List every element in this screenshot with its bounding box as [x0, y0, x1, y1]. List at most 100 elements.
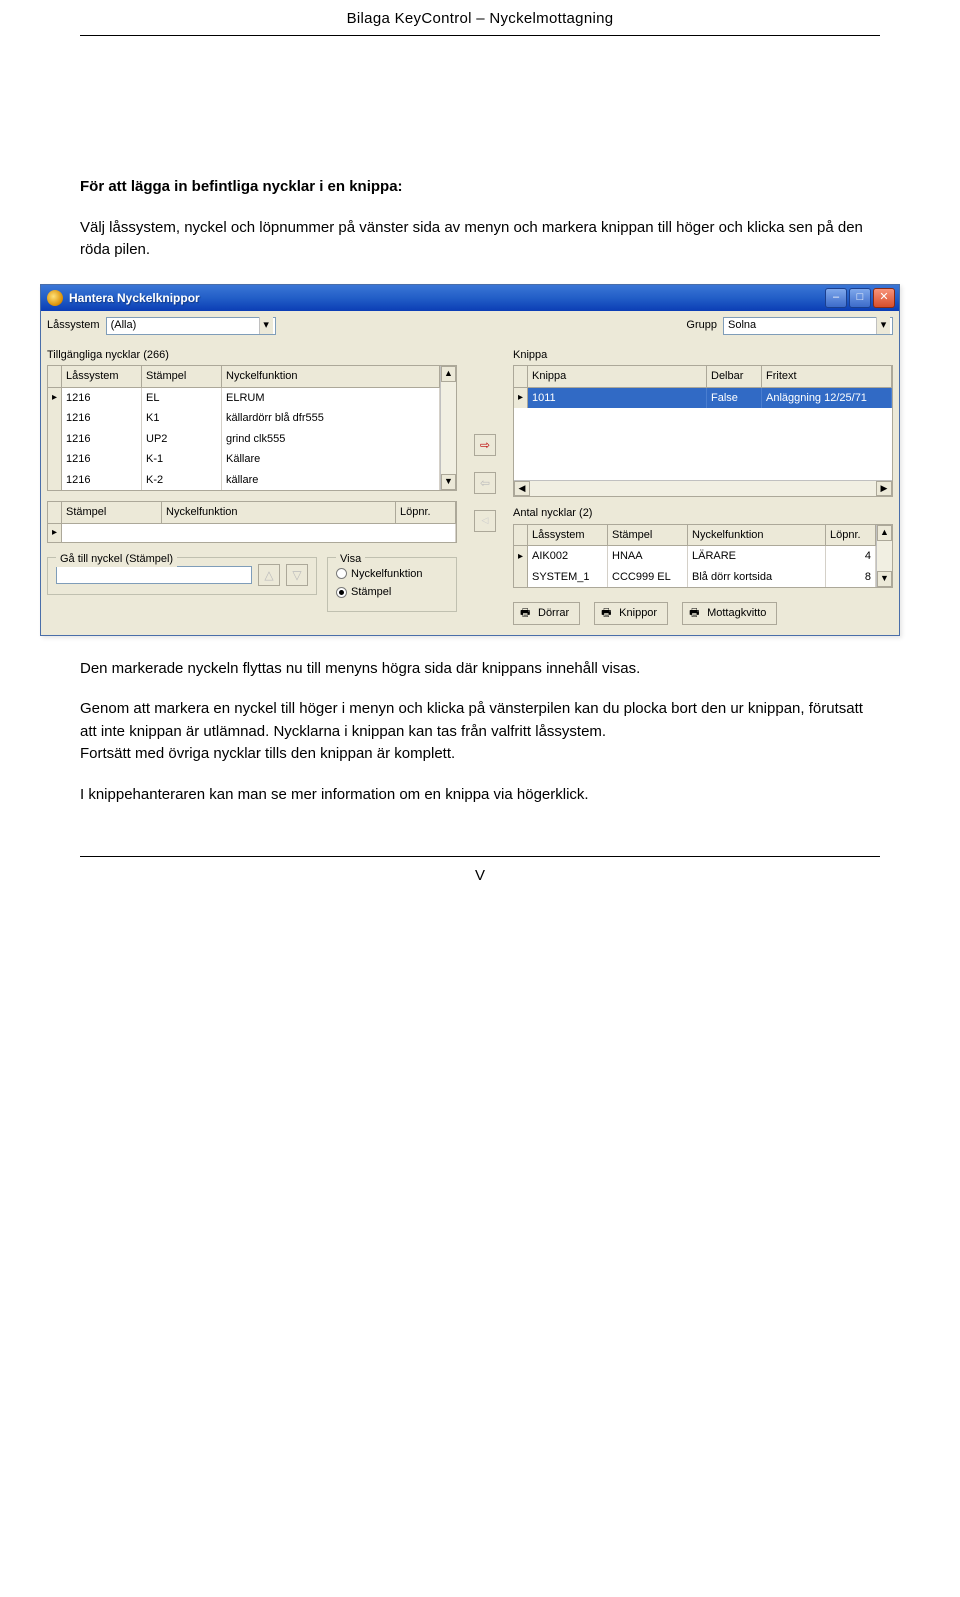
- table-cell: False: [707, 388, 762, 409]
- scroll-right-icon[interactable]: ▶: [876, 481, 892, 496]
- header-rule: [80, 35, 880, 36]
- printer-icon: 🖶: [601, 605, 613, 622]
- grid-available-keys[interactable]: Låssystem Stämpel Nyckelfunktion ▸1216EL…: [47, 365, 457, 491]
- minimize-button[interactable]: –: [825, 288, 847, 308]
- button-mottagkvitto[interactable]: 🖶 Mottagkvitto: [682, 602, 777, 625]
- radio-label: Nyckelfunktion: [351, 566, 423, 583]
- nav-up-button[interactable]: △: [258, 564, 280, 586]
- chevron-down-icon: ▾: [259, 317, 273, 334]
- label-knippa: Knippa: [513, 347, 893, 364]
- scrollbar[interactable]: ▲ ▼: [440, 366, 456, 490]
- table-cell: 1011: [528, 388, 707, 409]
- scroll-up-icon[interactable]: ▲: [441, 366, 456, 382]
- col-delbar[interactable]: Delbar: [707, 366, 762, 387]
- table-cell: K-2: [142, 470, 222, 491]
- label-antal: Antal nycklar (2): [513, 505, 893, 522]
- combo-lassystem[interactable]: (Alla) ▾: [106, 317, 276, 335]
- table-cell: HNAA: [608, 546, 688, 567]
- col-stampel-r[interactable]: Stämpel: [608, 525, 688, 546]
- table-row-selected[interactable]: ▸ 1011 False Anläggning 12/25/71: [514, 388, 892, 409]
- table-cell: 1216: [62, 429, 142, 450]
- label-goto: Gå till nyckel (Stämpel): [56, 551, 177, 568]
- col-knippa[interactable]: Knippa: [528, 366, 707, 387]
- col-nyckelfunk2[interactable]: Nyckelfunktion: [162, 502, 396, 523]
- app-icon: [47, 290, 63, 306]
- paragraph-1: Välj låssystem, nyckel och löpnummer på …: [80, 217, 880, 262]
- button-dorrar[interactable]: 🖶 Dörrar: [513, 602, 580, 625]
- page-number: V: [80, 867, 880, 884]
- label-available-keys: Tillgängliga nycklar (266): [47, 347, 457, 364]
- scrollbar-h[interactable]: ◀ ▶: [514, 480, 892, 496]
- scroll-up-icon[interactable]: ▲: [877, 525, 892, 541]
- col-stampel2[interactable]: Stämpel: [62, 502, 162, 523]
- table-cell: CCC999 EL: [608, 567, 688, 588]
- button-label: Mottagkvitto: [707, 605, 766, 622]
- table-cell: EL: [142, 388, 222, 409]
- table-cell: källardörr blå dfr555: [222, 408, 440, 429]
- maximize-button[interactable]: □: [849, 288, 871, 308]
- scroll-down-icon[interactable]: ▼: [877, 571, 892, 587]
- col-nyckelfunktion[interactable]: Nyckelfunktion: [222, 366, 440, 387]
- input-goto-stampel[interactable]: [56, 566, 252, 584]
- scroll-left-icon[interactable]: ◀: [514, 481, 530, 496]
- grid-selected-left[interactable]: Stämpel Nyckelfunktion Löpnr. ▸: [47, 501, 457, 543]
- nav-down-button[interactable]: ▽: [286, 564, 308, 586]
- table-cell: 1216: [62, 408, 142, 429]
- table-cell: K1: [142, 408, 222, 429]
- titlebar[interactable]: Hantera Nyckelknippor – □ ✕: [41, 285, 899, 311]
- table-cell: ELRUM: [222, 388, 440, 409]
- combo-grupp-value: Solna: [728, 317, 756, 334]
- grid-knippa[interactable]: Knippa Delbar Fritext ▸ 1011 False Anläg…: [513, 365, 893, 497]
- chevron-down-icon: ▾: [876, 317, 890, 334]
- combo-grupp[interactable]: Solna ▾: [723, 317, 893, 335]
- table-cell: Blå dörr kortsida: [688, 567, 826, 588]
- col-stampel[interactable]: Stämpel: [142, 366, 222, 387]
- table-cell: 8: [826, 567, 876, 588]
- table-cell: 1216: [62, 470, 142, 491]
- table-cell: 1216: [62, 449, 142, 470]
- radio-stampel[interactable]: Stämpel: [336, 584, 448, 601]
- move-right-button[interactable]: ⇨: [474, 434, 496, 456]
- table-cell: 1216: [62, 388, 142, 409]
- paragraph-3: Genom att markera en nyckel till höger i…: [80, 698, 880, 743]
- table-cell: AIK002: [528, 546, 608, 567]
- col-lopnr[interactable]: Löpnr.: [396, 502, 456, 523]
- table-cell: Anläggning 12/25/71: [762, 388, 892, 409]
- col-nyckelfunk-r[interactable]: Nyckelfunktion: [688, 525, 826, 546]
- label-visa: Visa: [336, 551, 365, 568]
- close-button[interactable]: ✕: [873, 288, 895, 308]
- table-cell: Källare: [222, 449, 440, 470]
- combo-lassystem-value: (Alla): [111, 317, 137, 334]
- table-cell: K-1: [142, 449, 222, 470]
- button-label: Knippor: [619, 605, 657, 622]
- move-left-button[interactable]: ⇦: [474, 472, 496, 494]
- move-left-light-button[interactable]: ◁: [474, 510, 496, 532]
- label-lassystem: Låssystem: [47, 317, 100, 334]
- col-lopnr-r[interactable]: Löpnr.: [826, 525, 876, 546]
- col-lassystem[interactable]: Låssystem: [62, 366, 142, 387]
- table-cell: UP2: [142, 429, 222, 450]
- col-lassystem-r[interactable]: Låssystem: [528, 525, 608, 546]
- grid-knippa-keys[interactable]: Låssystem Stämpel Nyckelfunktion Löpnr. …: [513, 524, 893, 589]
- table-cell: 4: [826, 546, 876, 567]
- button-knippor[interactable]: 🖶 Knippor: [594, 602, 668, 625]
- paragraph-2: Den markerade nyckeln flyttas nu till me…: [80, 658, 880, 681]
- table-cell: grind clk555: [222, 429, 440, 450]
- scroll-down-icon[interactable]: ▼: [441, 474, 456, 490]
- table-cell: LÄRARE: [688, 546, 826, 567]
- col-fritext[interactable]: Fritext: [762, 366, 892, 387]
- printer-icon: 🖶: [520, 605, 532, 622]
- footer-rule: [80, 856, 880, 857]
- button-label: Dörrar: [538, 605, 569, 622]
- section-heading: För att lägga in befintliga nycklar i en…: [80, 176, 880, 199]
- paragraph-5: I knippehanteraren kan man se mer inform…: [80, 784, 880, 807]
- radio-nyckelfunktion[interactable]: Nyckelfunktion: [336, 566, 448, 583]
- window-title: Hantera Nyckelknippor: [69, 289, 825, 307]
- table-cell: källare: [222, 470, 440, 491]
- label-grupp: Grupp: [686, 317, 717, 334]
- radio-label: Stämpel: [351, 584, 391, 601]
- scrollbar[interactable]: ▲ ▼: [876, 525, 892, 588]
- table-cell: SYSTEM_1: [528, 567, 608, 588]
- printer-icon: 🖶: [689, 605, 701, 622]
- dialog-window: Hantera Nyckelknippor – □ ✕ Låssystem (A…: [40, 284, 900, 636]
